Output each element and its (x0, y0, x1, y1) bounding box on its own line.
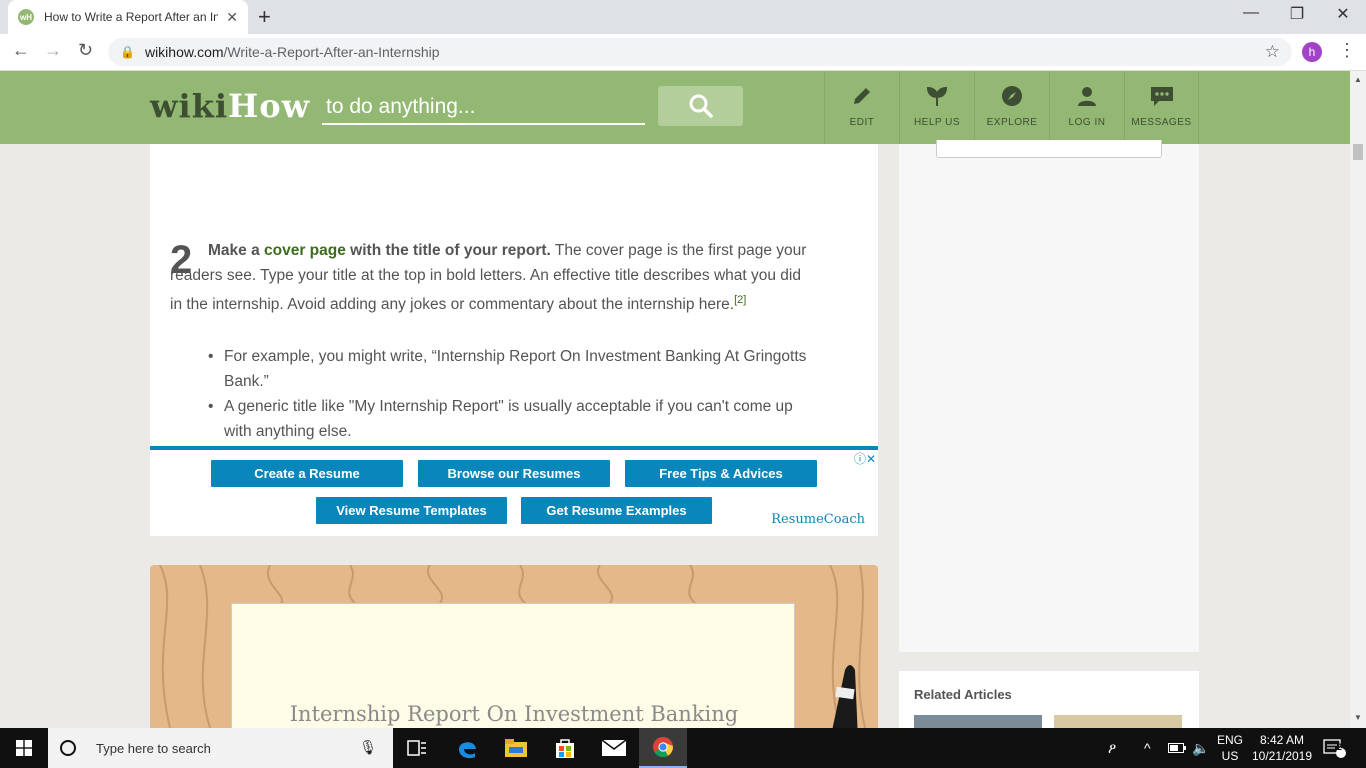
input-language[interactable]: ENG US (1212, 732, 1248, 764)
chrome-taskbar-button[interactable] (639, 728, 687, 768)
browser-menu-icon[interactable]: ⋮ (1338, 40, 1356, 61)
volume-icon[interactable]: 🔈 (1192, 740, 1209, 757)
site-header: wikiHow to do anything... EDIT HELP US E… (0, 71, 1350, 144)
step-bullets: For example, you might write, “Internshi… (208, 344, 824, 444)
lock-icon: 🔒 (120, 45, 135, 59)
mail-taskbar-button[interactable] (590, 728, 638, 768)
battery-icon[interactable] (1168, 743, 1186, 753)
ad-view-templates-button[interactable]: View Resume Templates (316, 497, 507, 524)
why-this-ad-button[interactable] (936, 140, 1162, 158)
taskbar-search-field[interactable]: Type here to search 🎙 (48, 728, 393, 768)
nav-edit[interactable]: EDIT (824, 71, 899, 144)
url-field[interactable]: 🔒 wikihow.com /Write-a-Report-After-an-I… (108, 38, 1292, 66)
profile-avatar[interactable]: h (1302, 42, 1322, 62)
action-center-button[interactable]: 2 (1322, 728, 1346, 768)
chat-icon (1150, 87, 1173, 106)
minimize-icon[interactable]: — (1228, 4, 1274, 22)
report-cover-page: Internship Report On Investment Banking (231, 603, 795, 728)
window-close-icon[interactable]: ✕ (1320, 4, 1366, 24)
bookmark-star-icon[interactable]: ☆ (1265, 42, 1280, 62)
tab-title: How to Write a Report After an Inte (44, 10, 219, 24)
scroll-thumb[interactable] (1353, 144, 1363, 160)
nav-log-in[interactable]: LOG IN (1049, 71, 1124, 144)
user-icon (1078, 87, 1096, 106)
step-text: Make a cover page with the title of your… (170, 242, 807, 314)
notification-icon (1323, 739, 1346, 758)
system-clock[interactable]: 8:42 AM 10/21/2019 (1246, 732, 1318, 764)
ad-get-examples-button[interactable]: Get Resume Examples (521, 497, 712, 524)
edge-icon (459, 742, 476, 759)
related-articles-title: Related Articles (914, 687, 1012, 702)
sprout-icon (926, 86, 948, 106)
url-host: wikihow.com (144, 44, 224, 60)
step-illustration: Internship Report On Investment Banking (150, 565, 878, 728)
wikihow-favicon-icon: wH (18, 9, 34, 25)
ad-browse-resumes-button[interactable]: Browse our Resumes (418, 460, 610, 487)
related-articles: Related Articles (899, 671, 1199, 731)
people-icon[interactable]: ዖ (1108, 740, 1116, 757)
restore-icon[interactable]: ❐ (1274, 4, 1320, 24)
list-item: A generic title like "My Internship Repo… (208, 394, 824, 444)
page-scrollbar[interactable]: ▲ ▼ (1350, 71, 1366, 728)
store-bag-icon (556, 739, 574, 758)
nav-messages[interactable]: MESSAGES (1124, 71, 1199, 144)
ad-free-tips-button[interactable]: Free Tips & Advices (625, 460, 817, 487)
new-tab-icon[interactable]: + (258, 4, 271, 30)
windows-logo-icon (16, 740, 32, 756)
show-hidden-icons[interactable]: ^ (1144, 740, 1151, 756)
reference-link[interactable]: [2] (734, 294, 746, 306)
wikihow-logo[interactable]: wikiHow (150, 87, 310, 125)
browser-tab[interactable]: wH How to Write a Report After an Inte ✕ (8, 0, 248, 34)
resume-ad-banner: ⓘ✕ Create a Resume Browse our Resumes Fr… (150, 446, 878, 536)
search-icon (689, 94, 713, 118)
cortana-icon (60, 740, 76, 756)
mail-icon (602, 740, 626, 756)
start-button[interactable] (0, 728, 48, 768)
windows-taskbar: Type here to search 🎙 ዖ ^ 🔈 ENG US 8:42 … (0, 728, 1366, 768)
notification-count: 2 (1337, 742, 1343, 752)
compass-icon (1002, 86, 1022, 106)
edge-taskbar-button[interactable] (443, 728, 491, 768)
tab-strip: wH How to Write a Report After an Inte ✕… (0, 0, 1366, 34)
report-cover-title: Internship Report On Investment Banking (289, 702, 739, 726)
reload-icon[interactable]: ↻ (78, 40, 93, 61)
address-bar: ← → ↻ 🔒 wikihow.com /Write-a-Report-Afte… (0, 34, 1366, 71)
sidebar-ad-slot (899, 140, 1199, 652)
scroll-up-icon[interactable]: ▲ (1354, 75, 1362, 84)
scroll-down-icon[interactable]: ▼ (1354, 713, 1362, 722)
chrome-icon (653, 737, 673, 758)
ad-create-resume-button[interactable]: Create a Resume (211, 460, 403, 487)
adchoices-icon[interactable]: ⓘ✕ (854, 450, 876, 467)
ad-brand-link[interactable]: ResumeCoach (771, 512, 865, 527)
list-item: For example, you might write, “Internshi… (208, 344, 824, 394)
nav-help-us[interactable]: HELP US (899, 71, 974, 144)
site-search-button[interactable] (658, 86, 743, 126)
pencil-icon (854, 88, 870, 104)
article-step-section: 2 Make a cover page with the title of yo… (150, 144, 878, 446)
task-view-button[interactable] (393, 728, 441, 768)
microphone-icon[interactable]: 🎙 (359, 739, 377, 756)
task-view-icon (407, 740, 426, 756)
nav-explore[interactable]: EXPLORE (974, 71, 1049, 144)
cover-page-link[interactable]: cover page (264, 242, 346, 259)
store-taskbar-button[interactable] (541, 728, 589, 768)
close-tab-icon[interactable]: ✕ (226, 9, 238, 26)
folder-icon (505, 739, 527, 757)
forward-icon[interactable]: → (44, 40, 62, 61)
pen-icon (832, 665, 858, 728)
site-search-input[interactable]: to do anything... (322, 93, 645, 125)
url-path: /Write-a-Report-After-an-Internship (223, 44, 440, 60)
file-explorer-taskbar-button[interactable] (492, 728, 540, 768)
back-icon[interactable]: ← (12, 40, 30, 61)
